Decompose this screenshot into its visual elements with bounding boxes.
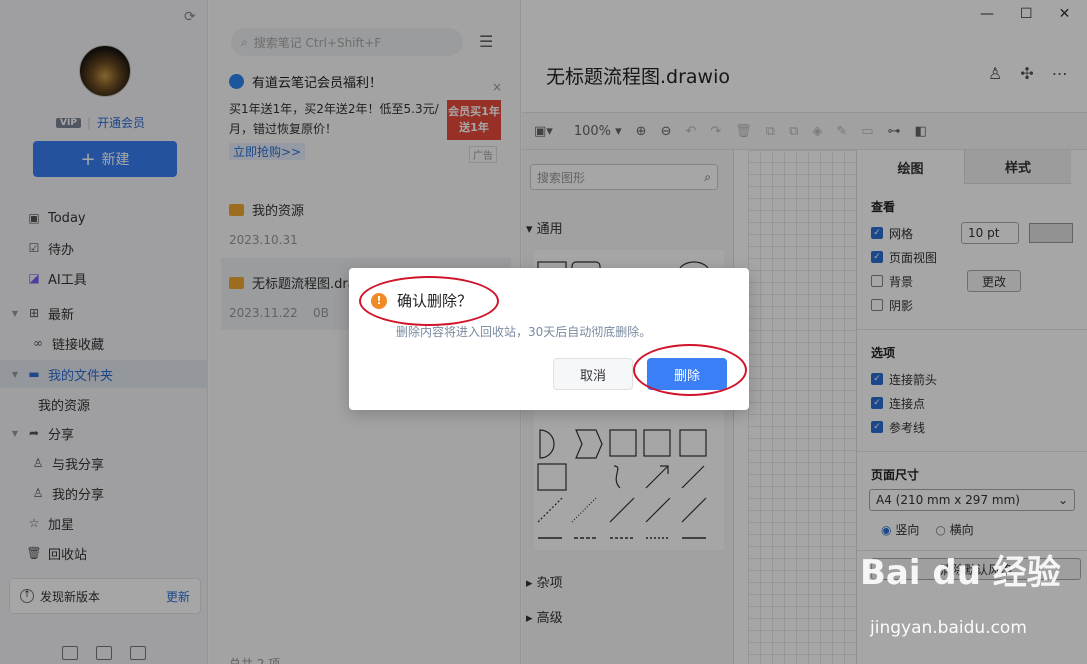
baidu-watermark-logo: Bai du 经验 [860,545,1061,594]
confirm-delete-dialog: ! 确认删除？ 删除内容将进入回收站，30天后自动彻底删除。 取消 删除 [349,268,749,410]
annotation-ring-title [359,276,499,326]
watermark-url: jingyan.baidu.com [870,618,1027,638]
watermark-brand: Bai du 经验 [860,553,1061,593]
annotation-ring-delete [633,344,747,396]
cancel-button[interactable]: 取消 [553,358,633,390]
